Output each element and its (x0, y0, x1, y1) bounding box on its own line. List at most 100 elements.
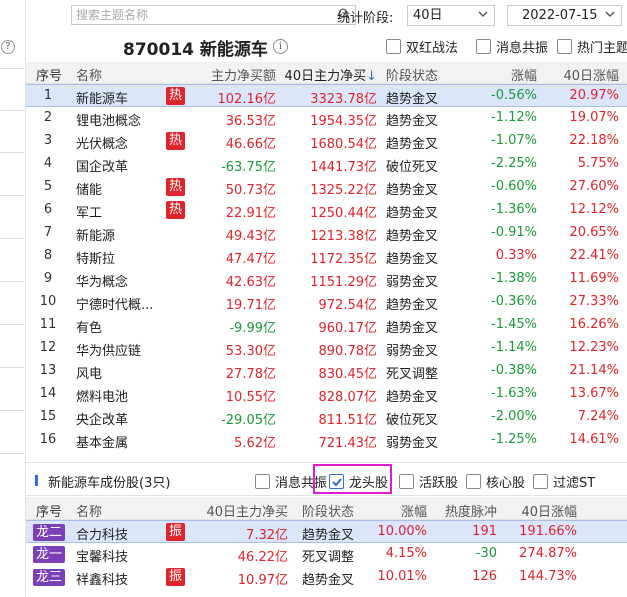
topic-name[interactable]: 军工 (76, 202, 102, 221)
topic-name[interactable]: 宁德时代概... (76, 294, 153, 313)
volatility-badge: 振 (166, 568, 185, 586)
topic-name[interactable]: 有色 (76, 317, 102, 336)
column-header-change40[interactable]: 40日涨幅 (521, 501, 577, 520)
table-row[interactable]: 14 燃料电池 10.55亿 828.07亿 趋势金叉 -1.63% 13.67% (26, 383, 627, 406)
table-row[interactable]: 4 国企改革 -63.75亿 1441.73亿 破位死叉 -2.25% 5.75% (26, 153, 627, 176)
change-pct: -1.36% (491, 202, 537, 217)
search-input[interactable] (72, 6, 322, 24)
topic-name[interactable]: 新能源车 (76, 88, 128, 107)
column-header-idx[interactable]: 序号 (36, 65, 62, 84)
left-panel-edge: ? (0, 0, 26, 597)
help-icon[interactable]: ? (1, 40, 15, 54)
checkbox[interactable] (386, 39, 401, 54)
row-index: 2 (43, 110, 53, 125)
topic-name[interactable]: 风电 (76, 363, 102, 382)
stage-status: 趋势金叉 (386, 321, 439, 336)
stage-status: 趋势金叉 (386, 92, 439, 107)
leader-tag: 龙三 (33, 569, 65, 586)
change-40d: 21.14% (569, 363, 619, 378)
table-row[interactable]: 龙三 祥鑫科技 振 10.97亿 趋势金叉 10.01% 126 144.73% (26, 566, 627, 589)
topic-table: 序号 名称 主力净买额 40日主力净买↓ 阶段状态 涨幅 40日涨幅 1 新能源车… (26, 62, 627, 452)
divider (0, 238, 24, 239)
topic-name[interactable]: 央企改革 (76, 409, 128, 428)
topic-name[interactable]: 燃料电池 (76, 386, 128, 405)
table-row[interactable]: 10 宁德时代概... 19.71亿 972.54亿 趋势金叉 -0.36% 27.33% (26, 291, 627, 314)
topic-name[interactable]: 锂电池概念 (76, 110, 141, 129)
filter-exclude-st[interactable]: 过滤ST (533, 472, 595, 491)
checkbox[interactable] (255, 474, 270, 489)
row-index: 5 (43, 179, 53, 194)
column-header-net[interactable]: 主力净买额 (211, 65, 276, 84)
stock-name[interactable]: 宝馨科技 (76, 546, 128, 565)
change-40d: 22.41% (569, 248, 619, 263)
checkbox-label: 核心股 (486, 476, 526, 491)
checkbox[interactable] (399, 474, 414, 489)
leader-tag: 龙一 (33, 546, 65, 563)
table-row[interactable]: 16 基本金属 5.62亿 721.43亿 弱势金叉 -1.25% 14.61% (26, 429, 627, 452)
filter-core-stock[interactable]: 核心股 (466, 472, 525, 491)
info-icon[interactable]: i (273, 39, 288, 54)
table-row[interactable]: 龙二 合力科技 振 7.32亿 趋势金叉 10.00% 191 191.66% (26, 520, 627, 543)
table-row[interactable]: 2 锂电池概念 36.53亿 1954.35亿 趋势金叉 -1.12% 19.07% (26, 107, 627, 130)
table-row[interactable]: 1 新能源车 热 102.16亿 3323.78亿 趋势金叉 -0.56% 20.97% (26, 84, 627, 107)
table-row[interactable]: 12 华为供应链 53.30亿 890.78亿 弱势金叉 -1.14% 12.23% (26, 337, 627, 360)
divider (0, 195, 24, 196)
date-picker[interactable]: 2022-07-15 (507, 5, 622, 26)
checkbox-label: 活跃股 (419, 476, 459, 491)
period-select[interactable]: 40日 (407, 5, 495, 26)
table-row[interactable]: 13 风电 27.78亿 830.45亿 死叉调整 -0.38% 21.14% (26, 360, 627, 383)
topic-name[interactable]: 国企改革 (76, 156, 128, 175)
topic-name[interactable]: 基本金属 (76, 432, 128, 451)
table-row[interactable]: 8 特斯拉 47.47亿 1172.35亿 趋势金叉 0.33% 22.41% (26, 245, 627, 268)
checkbox-label: 消息共振 (496, 41, 549, 56)
table-row[interactable]: 15 央企改革 -29.05亿 811.51亿 破位死叉 -2.00% 7.24% (26, 406, 627, 429)
topic-name[interactable]: 华为供应链 (76, 340, 141, 359)
column-header-change[interactable]: 涨幅 (401, 501, 427, 520)
net-buy: 49.43亿 (225, 229, 276, 244)
table-row[interactable]: 龙一 宝馨科技 46.22亿 死叉调整 4.15% -30 274.87% (26, 543, 627, 566)
column-header-net40[interactable]: 40日主力净买 (206, 501, 288, 520)
stage-status: 趋势金叉 (386, 229, 439, 244)
change-pct: 10.01% (377, 569, 427, 584)
topic-name[interactable]: 特斯拉 (76, 248, 115, 267)
column-header-heat[interactable]: 热度脉冲 (445, 501, 497, 520)
net-buy-40d: 972.54亿 (318, 298, 378, 313)
change-40d: 11.69% (569, 271, 619, 286)
topic-name[interactable]: 华为概念 (76, 271, 128, 290)
net-buy-40d: 1250.44亿 (310, 206, 377, 221)
column-header-status[interactable]: 阶段状态 (302, 501, 354, 520)
checkbox-label: 过滤ST (553, 476, 596, 491)
table-row[interactable]: 6 军工 热 22.91亿 1250.44亿 趋势金叉 -1.36% 12.12% (26, 199, 627, 222)
stock-name[interactable]: 祥鑫科技 (76, 569, 128, 588)
filter-active-stock[interactable]: 活跃股 (399, 472, 458, 491)
column-header-status[interactable]: 阶段状态 (386, 65, 438, 84)
option-hot-topic[interactable]: 热门主题 (557, 37, 627, 56)
table-row[interactable]: 11 有色 -9.99亿 960.17亿 趋势金叉 -1.45% 16.26% (26, 314, 627, 337)
row-index: 7 (43, 225, 53, 240)
topic-name[interactable]: 储能 (76, 179, 102, 198)
column-header-change40[interactable]: 40日涨幅 (563, 65, 619, 84)
table-row[interactable]: 9 华为概念 42.63亿 1151.29亿 弱势金叉 -1.38% 11.69% (26, 268, 627, 291)
checkbox[interactable] (533, 474, 548, 489)
checkbox[interactable] (466, 474, 481, 489)
topic-name[interactable]: 光伏概念 (76, 133, 128, 152)
search-box[interactable] (71, 5, 356, 25)
stock-name[interactable]: 合力科技 (76, 524, 128, 543)
stage-status: 破位死叉 (386, 160, 439, 175)
table-row[interactable]: 5 储能 热 50.73亿 1325.22亿 趋势金叉 -0.60% 27.60% (26, 176, 627, 199)
change-40d: 5.75% (577, 156, 619, 171)
column-header-change[interactable]: 涨幅 (511, 65, 537, 84)
table-row[interactable]: 3 光伏概念 热 46.66亿 1680.54亿 趋势金叉 -1.07% 22.18% (26, 130, 627, 153)
column-header-idx[interactable]: 序号 (36, 501, 62, 520)
board-title: 870014 新能源车 (123, 40, 268, 60)
option-news-resonance[interactable]: 消息共振 (476, 37, 548, 56)
column-header-name[interactable]: 名称 (76, 65, 102, 84)
topic-name[interactable]: 新能源 (76, 225, 115, 244)
table-body: 龙二 合力科技振 7.32亿 趋势金叉 10.00% 191 191.66% 龙一 宝馨科技 46… (26, 520, 627, 589)
option-double-red[interactable]: 双红战法 (386, 37, 458, 56)
checkbox[interactable] (557, 39, 572, 54)
column-header-net40-sorted[interactable]: 40日主力净买↓ (285, 65, 377, 84)
checkbox[interactable] (476, 39, 491, 54)
table-row[interactable]: 7 新能源 49.43亿 1213.38亿 趋势金叉 -0.91% 20.65% (26, 222, 627, 245)
column-header-name[interactable]: 名称 (76, 501, 102, 520)
